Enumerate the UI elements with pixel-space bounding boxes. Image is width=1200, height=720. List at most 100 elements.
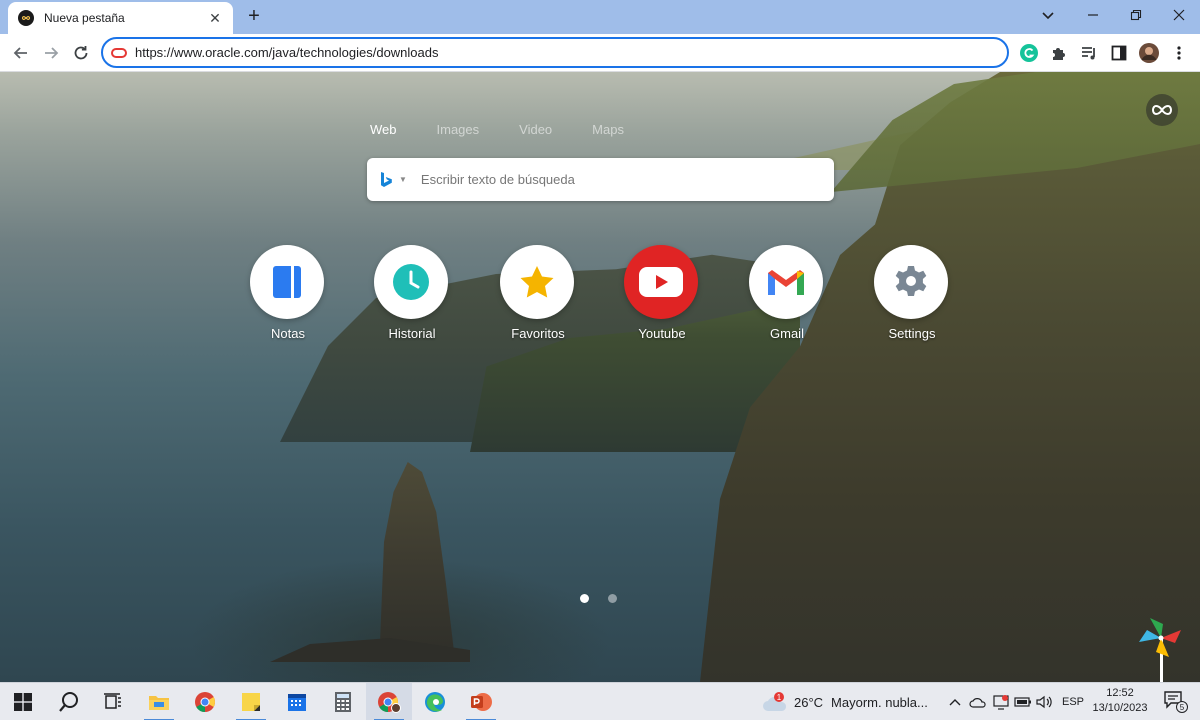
- chrome-icon: [378, 692, 401, 713]
- profile-button[interactable]: [1138, 42, 1160, 64]
- puzzle-icon: [1053, 48, 1065, 60]
- taskbar-chrome-profile[interactable]: [366, 683, 412, 720]
- taskbar-edge[interactable]: [412, 683, 458, 720]
- volume-button[interactable]: [1034, 683, 1056, 720]
- shortcut-label: Notas: [271, 326, 305, 341]
- taskbar-calendar[interactable]: [274, 683, 320, 720]
- cloudy-weather-icon: 1: [763, 692, 787, 711]
- weather-badge: 1: [777, 693, 782, 702]
- close-icon: [1173, 9, 1184, 21]
- reload-icon: [74, 46, 88, 60]
- clock-time: 12:52: [1106, 687, 1134, 699]
- shortcut-settings[interactable]: Settings: [862, 245, 962, 345]
- tab-video[interactable]: Video: [519, 122, 552, 142]
- close-window-button[interactable]: [1157, 0, 1200, 30]
- battery-button[interactable]: [1012, 683, 1034, 720]
- tab-strip: Nueva pestaña ✕ +: [0, 0, 1200, 34]
- gear-icon: [895, 266, 927, 296]
- taskbar-powerpoint[interactable]: [458, 683, 504, 720]
- edge-icon: [425, 692, 445, 712]
- page-dot-2[interactable]: [608, 594, 617, 603]
- shortcut-historial[interactable]: Historial: [362, 245, 462, 345]
- battery-icon: [1014, 697, 1031, 707]
- new-tab-button[interactable]: +: [243, 6, 265, 28]
- star-icon: [520, 266, 554, 298]
- taskbar-sticky-notes[interactable]: [228, 683, 274, 720]
- start-button[interactable]: [0, 683, 46, 720]
- weather-condition: Mayorm. nubla...: [831, 694, 928, 710]
- task-view-button[interactable]: [90, 683, 136, 720]
- monitor-shield-icon: [993, 695, 1009, 710]
- taskbar-file-explorer[interactable]: [136, 683, 182, 720]
- browser-toolbar: https://www.oracle.com/java/technologies…: [0, 34, 1200, 72]
- windows-taskbar: 1 26°C Mayorm. nubla... ESP 12:52 13/10/…: [0, 682, 1200, 720]
- notification-icon: 5: [1164, 691, 1188, 713]
- tab-nueva-pestana[interactable]: Nueva pestaña ✕: [8, 2, 233, 34]
- shortcut-favoritos[interactable]: Favoritos: [488, 245, 588, 345]
- calendar-icon: [288, 694, 306, 711]
- chevron-up-icon: [949, 699, 961, 706]
- media-controls-button[interactable]: [1078, 42, 1100, 64]
- grammarly-extension[interactable]: [1018, 42, 1040, 64]
- shortcut-youtube[interactable]: Youtube: [612, 245, 712, 345]
- menu-button[interactable]: [1168, 42, 1190, 64]
- page-dot-1[interactable]: [580, 594, 589, 603]
- side-panel-button[interactable]: [1108, 42, 1130, 64]
- youtube-icon: [639, 267, 683, 297]
- onedrive-button[interactable]: [966, 683, 990, 720]
- task-view-icon: [104, 693, 121, 709]
- forward-button[interactable]: [38, 40, 64, 66]
- weather-temperature: 26°C: [794, 694, 824, 710]
- folder-icon: [149, 696, 169, 710]
- infinity-icon: [1152, 104, 1172, 116]
- infinity-icon: [18, 10, 34, 26]
- search-box[interactable]: ▼ Escribir texto de búsqueda: [367, 158, 834, 201]
- powerpoint-icon: [471, 693, 492, 711]
- reload-button[interactable]: [68, 40, 94, 66]
- playlist-icon: [1082, 47, 1095, 60]
- side-panel-icon: [1111, 45, 1127, 61]
- tab-maps[interactable]: Maps: [592, 122, 624, 142]
- weather-widget[interactable]: 1 26°C Mayorm. nubla...: [762, 683, 928, 720]
- search-icon: [59, 692, 78, 712]
- search-input[interactable]: Escribir texto de búsqueda: [421, 172, 575, 187]
- minimize-button[interactable]: [1071, 0, 1114, 30]
- windows-icon: [14, 693, 32, 711]
- shortcut-label: Historial: [388, 326, 436, 341]
- shortcut-label: Gmail: [770, 326, 804, 341]
- tab-images[interactable]: Images: [437, 122, 480, 142]
- shortcut-label: Favoritos: [511, 326, 565, 341]
- taskbar-search-button[interactable]: [46, 683, 92, 720]
- shortcut-label: Settings: [888, 326, 936, 341]
- security-button[interactable]: [990, 683, 1012, 720]
- taskbar-chrome[interactable]: [182, 683, 228, 720]
- extensions-button[interactable]: [1048, 42, 1070, 64]
- bing-icon[interactable]: [379, 171, 393, 189]
- tab-title: Nueva pestaña: [44, 11, 125, 25]
- restore-button[interactable]: [1114, 0, 1157, 30]
- taskbar-calculator[interactable]: [320, 683, 366, 720]
- infinity-extension-button[interactable]: [1146, 94, 1178, 126]
- restore-icon: [1130, 9, 1141, 21]
- search-type-tabs: Web Images Video Maps: [370, 122, 664, 142]
- show-hidden-icons-button[interactable]: [944, 683, 966, 720]
- address-url: https://www.oracle.com/java/technologies…: [135, 45, 439, 60]
- gmail-icon: [768, 270, 804, 295]
- language-indicator[interactable]: ESP: [1058, 683, 1088, 720]
- shortcut-notas[interactable]: Notas: [238, 245, 338, 345]
- search-engine-dropdown-icon[interactable]: ▼: [399, 175, 407, 184]
- pinwheel-icon[interactable]: [1136, 612, 1186, 682]
- tab-web[interactable]: Web: [370, 122, 397, 142]
- clock-date: 13/10/2023: [1092, 702, 1148, 714]
- back-button[interactable]: [8, 40, 34, 66]
- taskbar-clock[interactable]: 12:52 13/10/2023: [1088, 686, 1152, 716]
- speaker-icon: [1036, 695, 1052, 709]
- page-indicator: [580, 594, 636, 603]
- shortcut-gmail[interactable]: Gmail: [737, 245, 837, 345]
- address-bar[interactable]: https://www.oracle.com/java/technologies…: [101, 37, 1009, 68]
- kebab-menu-icon: [1177, 46, 1181, 60]
- notifications-button[interactable]: 5: [1158, 683, 1194, 720]
- tab-close-icon[interactable]: ✕: [207, 10, 223, 27]
- chrome-icon: [195, 692, 216, 713]
- tab-search-chevron-icon[interactable]: [1036, 5, 1060, 25]
